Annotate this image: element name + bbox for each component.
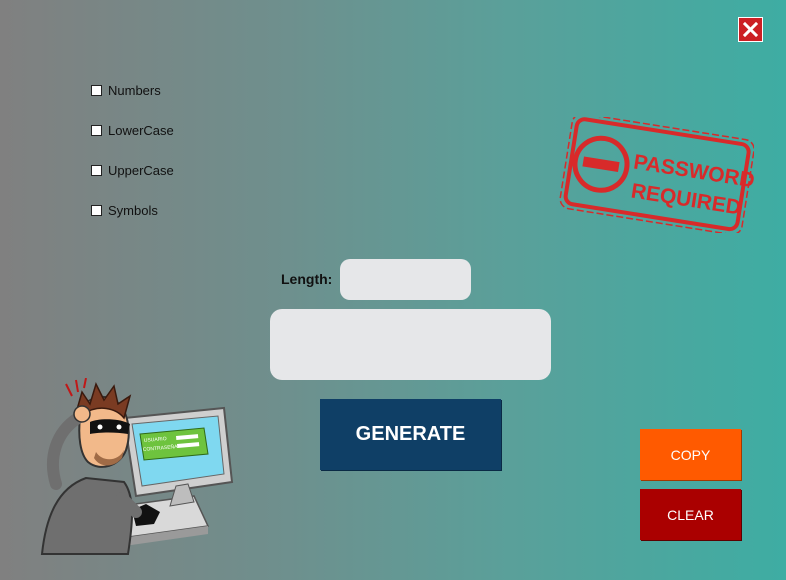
password-output-field[interactable]: [270, 309, 551, 380]
lowercase-checkbox[interactable]: LowerCase: [91, 122, 174, 138]
copy-button[interactable]: COPY: [640, 429, 741, 480]
password-required-stamp: PASSWORD REQUIRED: [559, 117, 754, 233]
checkbox-box[interactable]: [91, 204, 102, 216]
checkbox-box[interactable]: [91, 124, 102, 136]
lowercase-label: LowerCase: [108, 122, 174, 138]
checkbox-box[interactable]: [91, 164, 102, 176]
clear-button[interactable]: CLEAR: [640, 489, 741, 540]
password-generator-window: Numbers LowerCase UpperCase Symbols PASS…: [0, 0, 786, 580]
numbers-label: Numbers: [108, 82, 161, 98]
checkbox-box[interactable]: [91, 84, 102, 96]
hacker-illustration: USUARIO CONTRASEÑA: [40, 378, 234, 555]
uppercase-checkbox[interactable]: UpperCase: [91, 162, 174, 178]
uppercase-label: UpperCase: [108, 162, 174, 178]
close-button[interactable]: [738, 17, 763, 42]
length-label: Length:: [281, 271, 333, 287]
generate-button[interactable]: GENERATE: [320, 399, 501, 470]
length-input[interactable]: [340, 259, 471, 300]
symbols-label: Symbols: [108, 202, 158, 218]
symbols-checkbox[interactable]: Symbols: [91, 202, 158, 218]
close-icon: [743, 22, 758, 37]
numbers-checkbox[interactable]: Numbers: [91, 82, 161, 98]
